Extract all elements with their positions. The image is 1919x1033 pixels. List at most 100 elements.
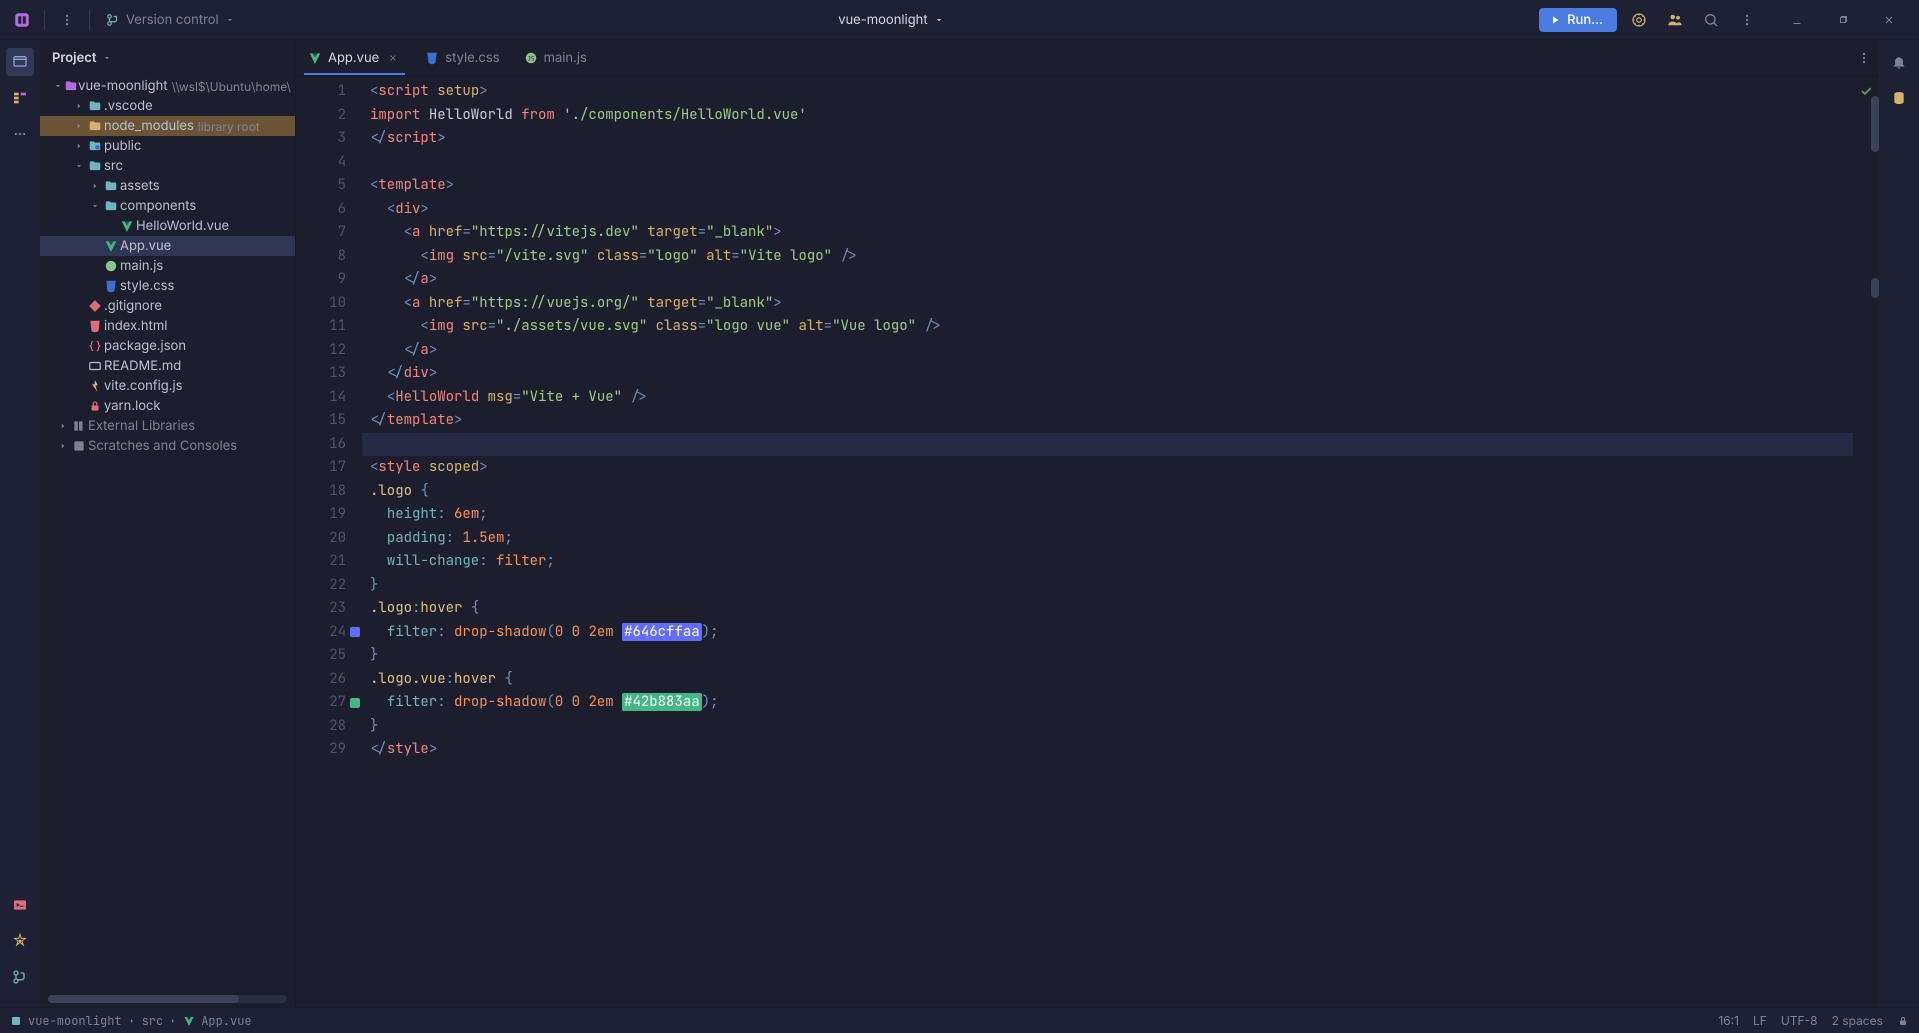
- tab-app-vue[interactable]: App.vue: [296, 40, 413, 75]
- tree-twisty-icon[interactable]: [56, 441, 70, 451]
- code-line[interactable]: <img src="/vite.svg" class="logo" alt="V…: [370, 245, 1853, 269]
- tree-twisty-icon[interactable]: [53, 81, 64, 91]
- terminal-tool-icon[interactable]: [6, 891, 34, 919]
- editor-overview-ruler[interactable]: [1853, 76, 1879, 1007]
- project-tree-scrollbar[interactable]: [48, 995, 287, 1003]
- crumb-1[interactable]: src: [142, 1013, 164, 1029]
- code-content[interactable]: <script setup>import HelloWorld from './…: [362, 76, 1853, 1007]
- code-line[interactable]: import HelloWorld from './components/Hel…: [370, 104, 1853, 128]
- code-line[interactable]: </template>: [370, 409, 1853, 433]
- version-control-dropdown[interactable]: Version control: [98, 8, 243, 32]
- titlebar-project-dropdown[interactable]: vue-moonlight: [251, 12, 1531, 28]
- database-tool-icon[interactable]: [1885, 84, 1913, 112]
- notifications-icon[interactable]: [1885, 48, 1913, 76]
- code-line[interactable]: <img src="./assets/vue.svg" class="logo …: [370, 315, 1853, 339]
- tab-style-css[interactable]: style.css: [413, 40, 511, 75]
- code-line[interactable]: [370, 151, 1853, 175]
- crumb-2[interactable]: App.vue: [201, 1013, 251, 1029]
- code-line[interactable]: </a>: [370, 268, 1853, 292]
- code-line[interactable]: }: [370, 644, 1853, 668]
- tab-main-js[interactable]: JS main.js: [512, 40, 599, 75]
- tree-twisty-icon[interactable]: [72, 141, 86, 151]
- tree-item-components[interactable]: components: [40, 196, 295, 216]
- code-line[interactable]: [362, 433, 1853, 457]
- code-line[interactable]: .logo {: [370, 480, 1853, 504]
- line-separator[interactable]: LF: [1753, 1013, 1767, 1028]
- project-tool-icon[interactable]: [6, 48, 34, 76]
- more-tools-icon[interactable]: [6, 120, 34, 148]
- code-line[interactable]: <div>: [370, 198, 1853, 222]
- code-with-me-icon[interactable]: [1625, 6, 1653, 34]
- code-line[interactable]: </style>: [370, 738, 1853, 762]
- file-type-icon: [102, 179, 120, 193]
- readonly-lock-icon[interactable]: [1897, 1015, 1909, 1027]
- tree-twisty-icon[interactable]: [72, 101, 86, 111]
- code-line[interactable]: .logo:hover {: [370, 597, 1853, 621]
- tree-item-vite-config[interactable]: vite.config.js: [40, 376, 295, 396]
- crumb-0[interactable]: vue-moonlight: [28, 1013, 122, 1029]
- code-editor[interactable]: 1234567891011121314151617181920212223242…: [296, 76, 1879, 1007]
- code-line[interactable]: </a>: [370, 339, 1853, 363]
- tree-item-readme[interactable]: README.md: [40, 356, 295, 376]
- tree-item-package-json[interactable]: package.json: [40, 336, 295, 356]
- code-line[interactable]: <a href="https://vuejs.org/" target="_bl…: [370, 292, 1853, 316]
- tab-close-icon[interactable]: [385, 50, 401, 66]
- code-line[interactable]: filter: drop-shadow(0 0 2em #646cffaa);: [370, 621, 1853, 645]
- code-line[interactable]: height: 6em;: [370, 503, 1853, 527]
- code-line[interactable]: </div>: [370, 362, 1853, 386]
- git-tool-icon[interactable]: [6, 963, 34, 991]
- code-line[interactable]: <HelloWorld msg="Vite + Vue" />: [370, 386, 1853, 410]
- settings-more-icon[interactable]: [1733, 6, 1761, 34]
- tree-item-vscode[interactable]: .vscode: [40, 96, 295, 116]
- tree-twisty-icon[interactable]: [72, 121, 86, 131]
- tree-twisty-icon[interactable]: [56, 421, 70, 431]
- project-tree-header[interactable]: Project: [40, 40, 295, 76]
- code-line[interactable]: <template>: [370, 174, 1853, 198]
- tree-item-main-js[interactable]: main.js: [40, 256, 295, 276]
- indent-setting[interactable]: 2 spaces: [1832, 1013, 1883, 1028]
- code-line[interactable]: }: [370, 715, 1853, 739]
- window-close-button[interactable]: [1867, 6, 1911, 34]
- tree-item-assets[interactable]: assets: [40, 176, 295, 196]
- tree-item-node-modules[interactable]: node_moduleslibrary root: [40, 116, 295, 136]
- code-line[interactable]: <a href="https://vitejs.dev" target="_bl…: [370, 221, 1853, 245]
- collaborators-icon[interactable]: [1661, 6, 1689, 34]
- tree-twisty-icon[interactable]: [88, 181, 102, 191]
- tree-item-hello-world[interactable]: HelloWorld.vue: [40, 216, 295, 236]
- code-line[interactable]: <style scoped>: [370, 456, 1853, 480]
- code-line[interactable]: .logo.vue:hover {: [370, 668, 1853, 692]
- code-line[interactable]: will-change: filter;: [370, 550, 1853, 574]
- tree-item-public[interactable]: public: [40, 136, 295, 156]
- code-line[interactable]: padding: 1.5em;: [370, 527, 1853, 551]
- editor-tabs-more-icon[interactable]: [1849, 40, 1879, 75]
- tree-item-app-vue[interactable]: App.vue: [40, 236, 295, 256]
- tree-item-style-css[interactable]: style.css: [40, 276, 295, 296]
- code-line[interactable]: filter: drop-shadow(0 0 2em #42b883aa);: [370, 691, 1853, 715]
- tree-item-external-libraries[interactable]: External Libraries: [40, 416, 295, 436]
- tree-item-scratches[interactable]: Scratches and Consoles: [40, 436, 295, 456]
- color-swatch-icon[interactable]: [350, 698, 360, 708]
- window-restore-button[interactable]: [1821, 6, 1865, 34]
- tree-item-yarn-lock[interactable]: yarn.lock: [40, 396, 295, 416]
- cursor-position[interactable]: 16:1: [1718, 1013, 1739, 1028]
- code-line[interactable]: </script>: [370, 127, 1853, 151]
- breadcrumb[interactable]: vue-moonlight src App.vue: [10, 1013, 252, 1029]
- tree-twisty-icon[interactable]: [88, 201, 102, 211]
- services-tool-icon[interactable]: [6, 927, 34, 955]
- tree-item-src[interactable]: src: [40, 156, 295, 176]
- project-tree[interactable]: vue-moonlight\\wsl$\Ubuntu\home\.vscoden…: [40, 76, 295, 991]
- app-logo-icon[interactable]: [8, 6, 36, 34]
- search-everywhere-icon[interactable]: [1697, 6, 1725, 34]
- tree-item-root[interactable]: vue-moonlight\\wsl$\Ubuntu\home\: [40, 76, 295, 96]
- run-button[interactable]: Run...: [1539, 8, 1617, 32]
- tree-twisty-icon[interactable]: [72, 161, 86, 171]
- color-swatch-icon[interactable]: [350, 627, 360, 637]
- window-minimize-button[interactable]: [1775, 6, 1819, 34]
- code-line[interactable]: <script setup>: [370, 80, 1853, 104]
- main-menu-icon[interactable]: [53, 6, 81, 34]
- tree-item-index-html[interactable]: index.html: [40, 316, 295, 336]
- tree-item-gitignore[interactable]: .gitignore: [40, 296, 295, 316]
- file-encoding[interactable]: UTF-8: [1781, 1013, 1818, 1028]
- code-line[interactable]: }: [370, 574, 1853, 598]
- structure-tool-icon[interactable]: [6, 84, 34, 112]
